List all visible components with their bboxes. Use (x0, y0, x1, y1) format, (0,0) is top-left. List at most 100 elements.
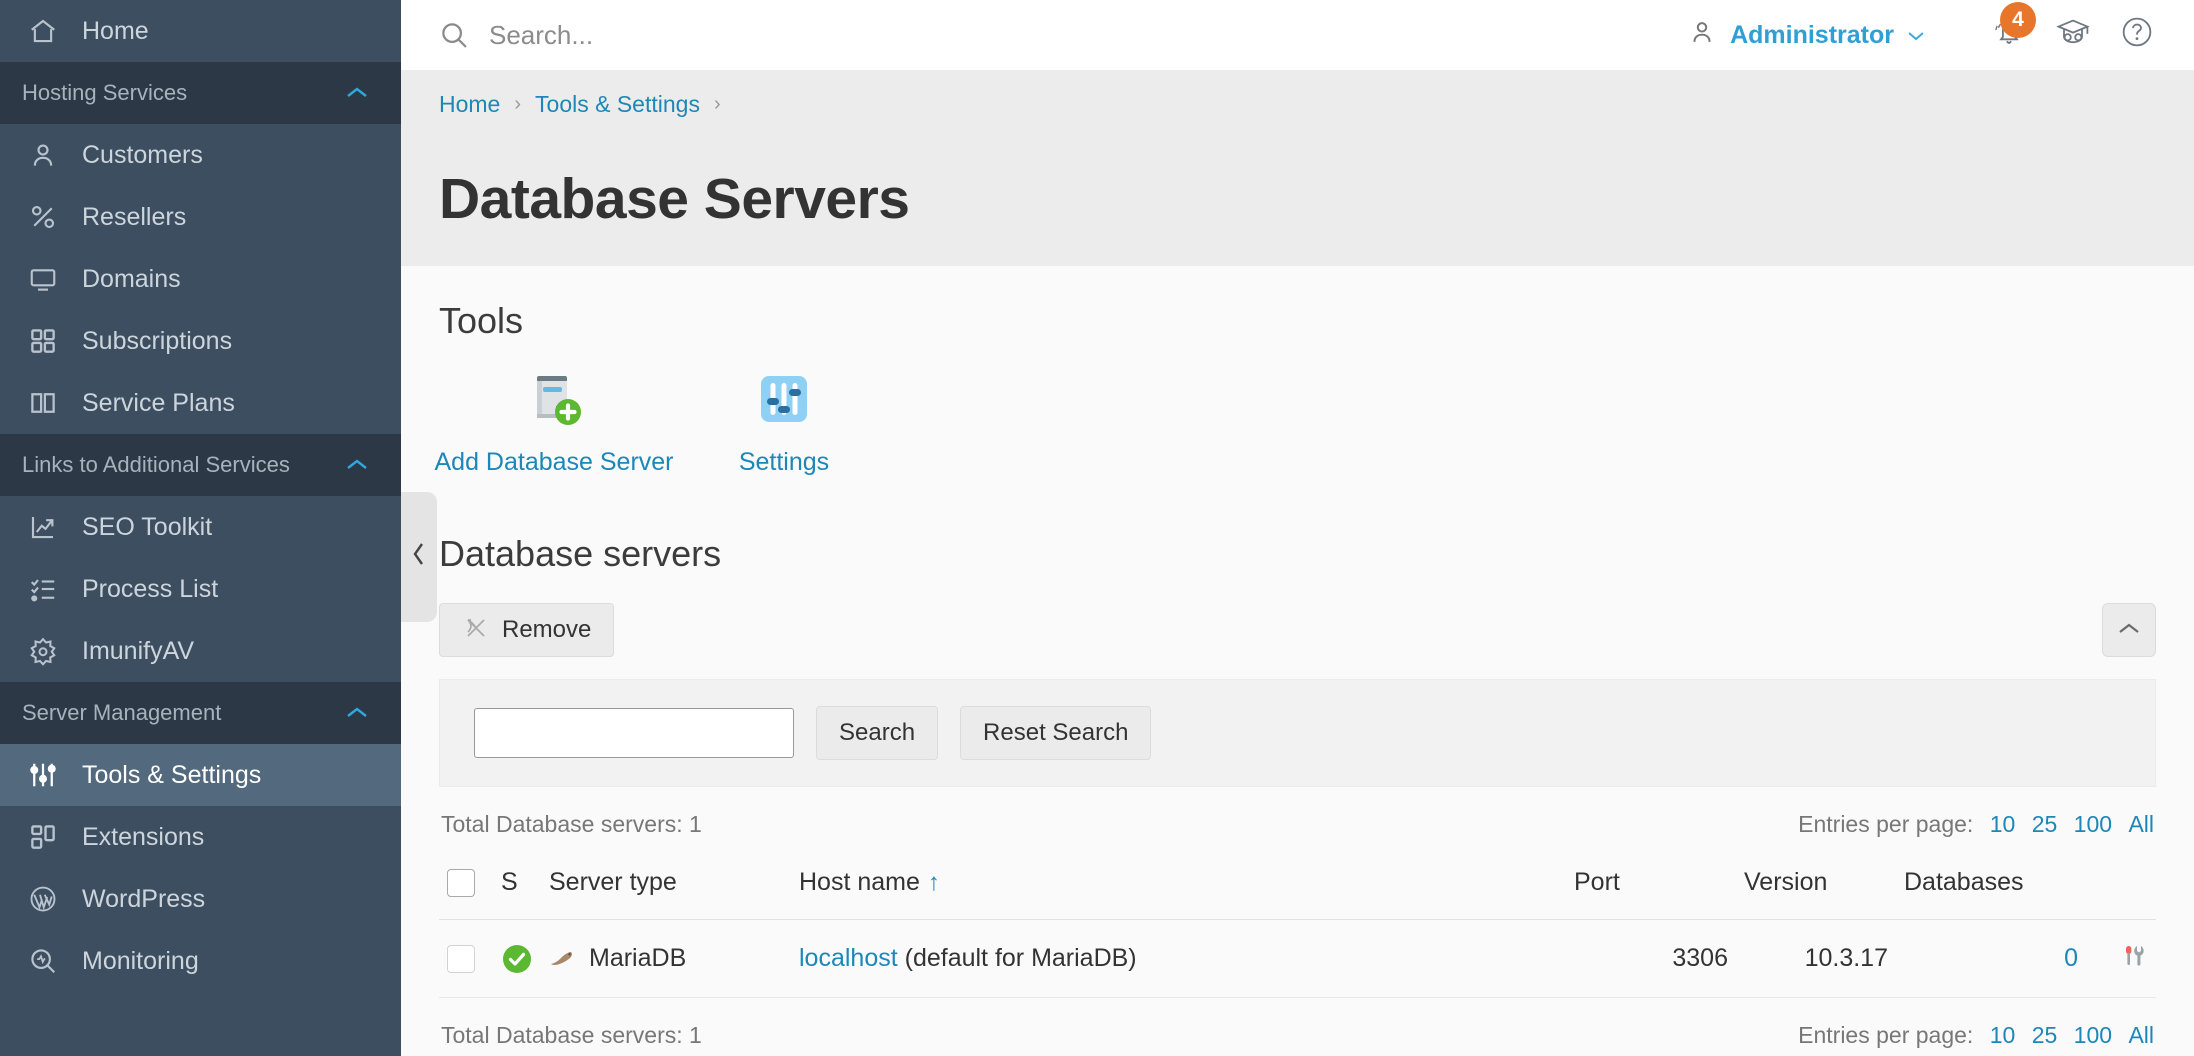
entries-per-page-all[interactable]: All (2128, 1022, 2154, 1048)
sidebar-item-label: Process List (82, 574, 219, 603)
sidebar-item-home[interactable]: Home (0, 0, 401, 62)
row-server-type-cell: MariaDB (541, 919, 791, 998)
tool-label: Add Database Server (434, 448, 674, 476)
search-button-label: Search (839, 719, 916, 746)
column-header-port[interactable]: Port (1566, 854, 1736, 920)
sidebar-item-label: Home (82, 16, 149, 45)
sidebar-item-imunifyav[interactable]: ImunifyAV (0, 620, 401, 682)
breadcrumb-item-home[interactable]: Home (439, 91, 500, 118)
notifications-badge: 4 (2000, 2, 2036, 38)
row-host-link[interactable]: localhost (799, 944, 898, 972)
entries-per-page-25[interactable]: 25 (2032, 1022, 2058, 1048)
chevron-up-icon (345, 452, 369, 478)
screwdriver-wrench-icon[interactable] (2118, 940, 2148, 970)
table-head: S Server type Host name ↑ Port Version Da… (439, 854, 2156, 920)
row-version-cell: 10.3.17 (1736, 919, 1896, 998)
sidebar-item-seo-toolkit[interactable]: SEO Toolkit (0, 496, 401, 558)
notifications-button[interactable]: 4 (1980, 2, 2038, 64)
sidebar-item-subscriptions[interactable]: Subscriptions (0, 310, 401, 372)
search-input[interactable] (487, 18, 1007, 52)
filter-input[interactable] (474, 708, 794, 758)
page-content: Tools Add Database Server Settings Datab… (401, 266, 2194, 1056)
sidebar-item-monitoring[interactable]: Monitoring (0, 930, 401, 992)
mariadb-seal-icon (549, 946, 575, 972)
entries-per-page-all[interactable]: All (2128, 811, 2154, 837)
sidebar-group-server-management[interactable]: Server Management (0, 682, 401, 744)
breadcrumb-bar: Home › Tools & Settings › (401, 71, 2194, 166)
reset-search-button-label: Reset Search (983, 719, 1129, 746)
sidebar-group-links-to-additional-services[interactable]: Links to Additional Services (0, 434, 401, 496)
column-header-databases[interactable]: Databases (1896, 854, 2086, 920)
row-actions-cell (2086, 919, 2156, 998)
sidebar-group-hosting-services[interactable]: Hosting Services (0, 62, 401, 124)
column-header-host-name[interactable]: Host name ↑ (791, 854, 1566, 920)
entries-per-page-10[interactable]: 10 (1990, 811, 2016, 837)
help-circle-icon (2120, 15, 2154, 55)
grid-icon (28, 326, 72, 356)
select-all-checkbox[interactable] (447, 868, 475, 897)
sidebar-item-service-plans[interactable]: Service Plans (0, 372, 401, 434)
list-toolbar: Remove (439, 603, 2156, 657)
breadcrumb-item-tools-and-settings[interactable]: Tools & Settings (535, 91, 700, 118)
sidebar-item-label: Extensions (82, 822, 205, 851)
shield-burst-icon (28, 636, 72, 666)
reset-search-button[interactable]: Reset Search (960, 706, 1152, 760)
row-databases-cell: 0 (1896, 919, 2086, 998)
entries-per-page-100[interactable]: 100 (2074, 1022, 2112, 1048)
checklist-icon (28, 574, 72, 604)
column-header-server-type[interactable]: Server type (541, 854, 791, 920)
entries-per-page-bottom: Entries per page: 10 25 100 All (1798, 1022, 2154, 1049)
sidebar-group-label: Links to Additional Services (22, 452, 290, 477)
tool-settings[interactable]: Settings (669, 366, 899, 477)
tools-row: Add Database Server Settings (434, 342, 2156, 477)
table-body: MariaDB localhost (default for MariaDB) … (439, 919, 2156, 998)
sidebar-collapse-handle[interactable] (401, 492, 437, 622)
sidebar-group-label: Hosting Services (22, 80, 188, 105)
column-header-version[interactable]: Version (1736, 854, 1896, 920)
help-button[interactable] (2108, 6, 2166, 64)
breadcrumb-separator: › (514, 93, 522, 115)
sidebar-item-label: SEO Toolkit (82, 512, 213, 541)
row-checkbox-cell (439, 919, 493, 998)
sidebar-item-extensions[interactable]: Extensions (0, 806, 401, 868)
chevron-down-icon (1906, 22, 1926, 48)
magnifier-wave-icon (28, 946, 72, 976)
sidebar-item-process-list[interactable]: Process List (0, 558, 401, 620)
table-row: MariaDB localhost (default for MariaDB) … (439, 919, 2156, 998)
list-collapse-button[interactable] (2102, 603, 2156, 657)
list-meta-top: Total Database servers: 1 Entries per pa… (439, 787, 2156, 854)
sidebar-item-tools-and-settings[interactable]: Tools & Settings (0, 744, 401, 806)
user-menu[interactable]: Administrator (1688, 18, 1926, 52)
entries-per-page-25[interactable]: 25 (2032, 811, 2058, 837)
page-header: Database Servers (401, 166, 2194, 266)
chevron-up-icon (345, 700, 369, 726)
sidebar-item-resellers[interactable]: Resellers (0, 186, 401, 248)
entries-per-page-100[interactable]: 100 (2074, 811, 2112, 837)
remove-button[interactable]: Remove (439, 603, 615, 657)
column-header-status[interactable]: S (493, 854, 541, 920)
global-search[interactable] (439, 18, 1688, 52)
sidebar-item-label: Subscriptions (82, 326, 233, 355)
sidebar-item-customers[interactable]: Customers (0, 124, 401, 186)
tool-add-database-server[interactable]: Add Database Server (434, 366, 674, 477)
sidebar-item-label: Service Plans (82, 388, 235, 417)
sidebar: Home Hosting Services Customers Reseller… (0, 0, 401, 1056)
sidebar-item-label: Monitoring (82, 946, 199, 975)
breadcrumb-separator: › (713, 93, 721, 115)
list-search-panel: Search Reset Search (439, 679, 2156, 787)
remove-x-icon (462, 616, 490, 644)
sidebar-item-wordpress[interactable]: WordPress (0, 868, 401, 930)
search-button[interactable]: Search (816, 706, 939, 760)
row-databases-link[interactable]: 0 (2064, 944, 2078, 972)
tools-heading: Tools (439, 300, 524, 341)
blocks-icon (28, 822, 72, 852)
total-count-top: Total Database servers: 1 (441, 811, 702, 837)
chevron-up-icon (2116, 617, 2142, 643)
monitor-icon (28, 264, 72, 294)
row-checkbox[interactable] (447, 944, 475, 973)
row-host-name-cell: localhost (default for MariaDB) (791, 919, 1566, 998)
sidebar-item-domains[interactable]: Domains (0, 248, 401, 310)
search-icon (439, 20, 469, 50)
entries-per-page-10[interactable]: 10 (1990, 1022, 2016, 1048)
academy-button[interactable] (2044, 6, 2102, 64)
